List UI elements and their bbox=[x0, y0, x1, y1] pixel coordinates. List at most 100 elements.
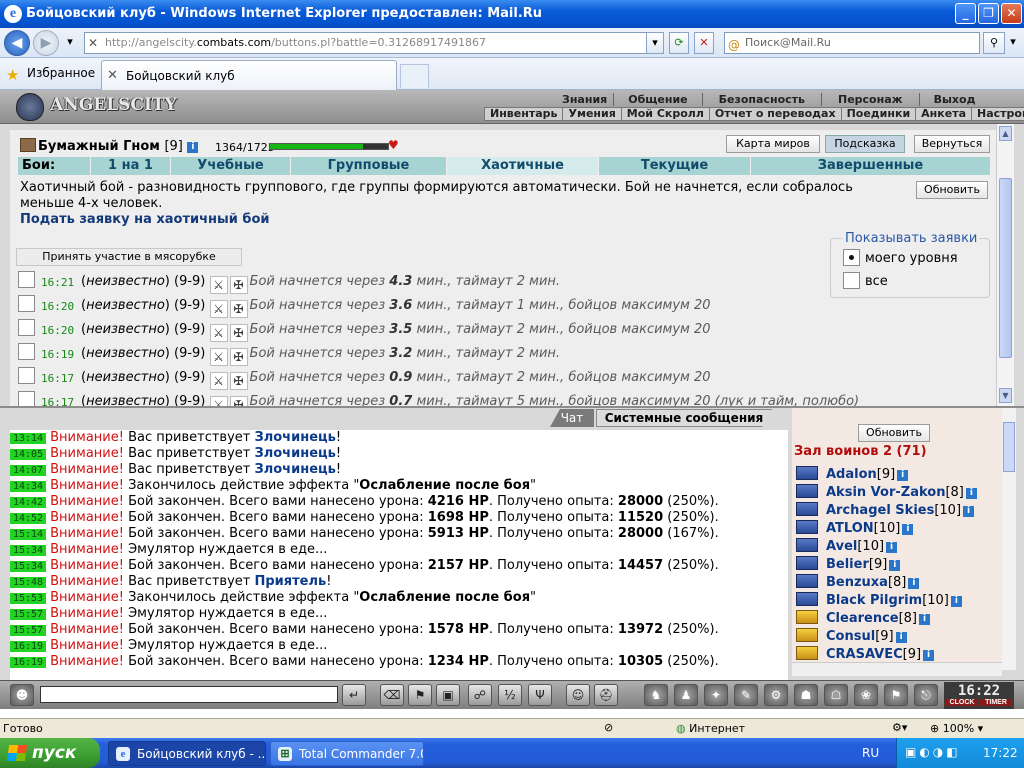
info-icon[interactable]: i bbox=[902, 524, 914, 535]
action-icon-3[interactable]: ✦ bbox=[704, 684, 728, 706]
chat-timestamp[interactable]: 16:19 bbox=[10, 641, 46, 652]
private-message-icon[interactable] bbox=[796, 502, 818, 516]
chat-timestamp[interactable]: 15:34 bbox=[10, 545, 46, 556]
return-button[interactable]: Вернуться bbox=[914, 135, 990, 153]
tab-chat[interactable]: Чат bbox=[550, 409, 594, 427]
chat-timestamp[interactable]: 15:57 bbox=[10, 609, 46, 620]
zoom-level[interactable]: ⊕ 100% ▾ bbox=[930, 722, 983, 735]
info-icon[interactable]: i bbox=[908, 578, 920, 589]
recent-pages-dropdown[interactable]: ▾ bbox=[60, 32, 80, 54]
user-name[interactable]: Clearence bbox=[826, 611, 899, 626]
slash-one-icon[interactable]: ½ bbox=[498, 684, 522, 706]
info-icon[interactable]: i bbox=[897, 470, 909, 481]
battle-select-radio[interactable] bbox=[18, 319, 35, 336]
action-icon-9[interactable]: ⚑ bbox=[884, 684, 908, 706]
users-horizontal-scrollbar[interactable] bbox=[792, 662, 1002, 676]
translit-icon[interactable]: Ψ bbox=[528, 684, 552, 706]
tab-current[interactable]: Текущие bbox=[599, 157, 751, 175]
private-message-icon[interactable] bbox=[796, 520, 818, 534]
chat-timestamp[interactable]: 15:14 bbox=[10, 529, 46, 540]
menu-security[interactable]: Безопасность bbox=[703, 93, 822, 106]
action-icon-6[interactable]: ☗ bbox=[794, 684, 818, 706]
action-icon-1[interactable]: ♞ bbox=[644, 684, 668, 706]
save-log-icon[interactable]: ▣ bbox=[436, 684, 460, 706]
filter-icon[interactable]: ⚑ bbox=[408, 684, 432, 706]
chat-timestamp[interactable]: 14:42 bbox=[10, 497, 46, 508]
url-field[interactable]: ✕ http://angelscity.combats.com/buttons.… bbox=[84, 32, 664, 54]
private-message-icon[interactable] bbox=[796, 466, 818, 480]
action-icon-4[interactable]: ✎ bbox=[734, 684, 758, 706]
tab-training[interactable]: Учебные bbox=[171, 157, 291, 175]
filter-radio-all[interactable] bbox=[843, 272, 860, 289]
info-icon[interactable]: i bbox=[950, 596, 962, 607]
battle-select-radio[interactable] bbox=[18, 271, 35, 288]
language-indicator[interactable]: RU bbox=[862, 746, 879, 760]
chat-timestamp[interactable]: 15:34 bbox=[10, 561, 46, 572]
tray-icons[interactable]: ▣◐◑◧ bbox=[905, 745, 961, 759]
menu-knowledge[interactable]: Знания bbox=[556, 93, 615, 106]
smile-face-icon[interactable]: ☻ bbox=[10, 684, 34, 706]
menu-transfers-report[interactable]: Отчет о переводах bbox=[710, 108, 842, 120]
private-message-icon[interactable] bbox=[796, 574, 818, 588]
search-button[interactable]: ⚲ bbox=[983, 32, 1005, 54]
stop-icon[interactable]: ✕ bbox=[694, 32, 714, 54]
tab-finished[interactable]: Завершенные bbox=[751, 157, 990, 175]
private-message-icon[interactable] bbox=[796, 556, 818, 570]
chat-timestamp[interactable]: 14:05 bbox=[10, 449, 46, 460]
smiles-icon[interactable]: ☺ bbox=[566, 684, 590, 706]
favorites-button[interactable]: Избранное bbox=[27, 66, 95, 80]
forward-button[interactable]: ▶ bbox=[33, 30, 59, 56]
info-icon[interactable]: i bbox=[919, 614, 931, 625]
user-name[interactable]: Benzuxa bbox=[826, 575, 888, 590]
user-name[interactable]: Belier bbox=[826, 557, 869, 572]
user-name[interactable]: Archagel Skies bbox=[826, 503, 934, 518]
hall-refresh-button[interactable]: Обновить bbox=[858, 424, 930, 442]
maximize-button[interactable]: ❐ bbox=[978, 3, 999, 24]
user-name[interactable]: CRASAVEC bbox=[826, 647, 903, 662]
private-message-icon[interactable] bbox=[796, 610, 818, 624]
exit-icon[interactable]: ⎋ bbox=[914, 684, 938, 706]
private-message-icon[interactable] bbox=[796, 484, 818, 498]
browser-tab[interactable]: ✕ Бойцовский клуб bbox=[101, 60, 397, 90]
menu-my-scroll[interactable]: Мой Скролл bbox=[622, 108, 710, 120]
battle-select-radio[interactable] bbox=[18, 343, 35, 360]
info-icon[interactable]: i bbox=[963, 506, 975, 517]
tab-1v1[interactable]: 1 на 1 bbox=[91, 157, 171, 175]
url-dropdown-button[interactable]: ▾ bbox=[646, 32, 664, 54]
player-name[interactable]: Бумажный Гном [9] i bbox=[20, 138, 199, 154]
battle-select-radio[interactable] bbox=[18, 367, 35, 384]
chat-timestamp[interactable]: 14:34 bbox=[10, 481, 46, 492]
user-name[interactable]: Consul bbox=[826, 629, 875, 644]
scroll-up-arrow[interactable]: ▲ bbox=[999, 126, 1012, 141]
action-icon-8[interactable]: ❀ bbox=[854, 684, 878, 706]
menu-profile[interactable]: Анкета bbox=[916, 108, 972, 120]
info-icon[interactable]: i bbox=[895, 632, 907, 643]
refresh-icon[interactable]: ⟳ bbox=[669, 32, 689, 54]
chat-timestamp[interactable]: 14:52 bbox=[10, 513, 46, 524]
back-button[interactable]: ◀ bbox=[4, 30, 30, 56]
private-message-icon[interactable] bbox=[796, 538, 818, 552]
user-name[interactable]: Adalon bbox=[826, 467, 877, 482]
menu-exit[interactable]: Выход bbox=[920, 93, 990, 106]
menu-inventory[interactable]: Инвентарь bbox=[485, 108, 564, 120]
apply-chaotic-link[interactable]: Подать заявку на хаотичный бой bbox=[20, 212, 270, 227]
info-icon[interactable]: i bbox=[187, 142, 199, 153]
helmet-icon[interactable]: ⛑ bbox=[594, 684, 618, 706]
info-icon[interactable]: i bbox=[923, 650, 935, 661]
scroll-down-arrow[interactable]: ▼ bbox=[999, 388, 1012, 403]
user-name[interactable]: Black Pilgrim bbox=[826, 593, 922, 608]
menu-character[interactable]: Персонаж bbox=[822, 93, 920, 106]
chat-timestamp[interactable]: 15:57 bbox=[10, 625, 46, 636]
chat-input[interactable] bbox=[40, 686, 338, 703]
send-icon[interactable]: ↵ bbox=[342, 684, 366, 706]
chat-nick[interactable]: Приятель bbox=[254, 574, 326, 589]
filter-radio-my-level[interactable] bbox=[843, 249, 860, 266]
search-input[interactable]: @ Поиск@Mail.Ru bbox=[724, 32, 980, 54]
chat-timestamp[interactable]: 13:14 bbox=[10, 433, 46, 444]
scroll-thumb[interactable] bbox=[999, 178, 1012, 358]
favorites-star-icon[interactable]: ★ bbox=[6, 66, 19, 84]
protected-mode-icon[interactable]: ⚙▾ bbox=[892, 721, 907, 734]
action-icon-7[interactable]: ☖ bbox=[824, 684, 848, 706]
new-tab-button[interactable] bbox=[400, 64, 429, 88]
world-map-button[interactable]: Карта миров bbox=[726, 135, 820, 153]
